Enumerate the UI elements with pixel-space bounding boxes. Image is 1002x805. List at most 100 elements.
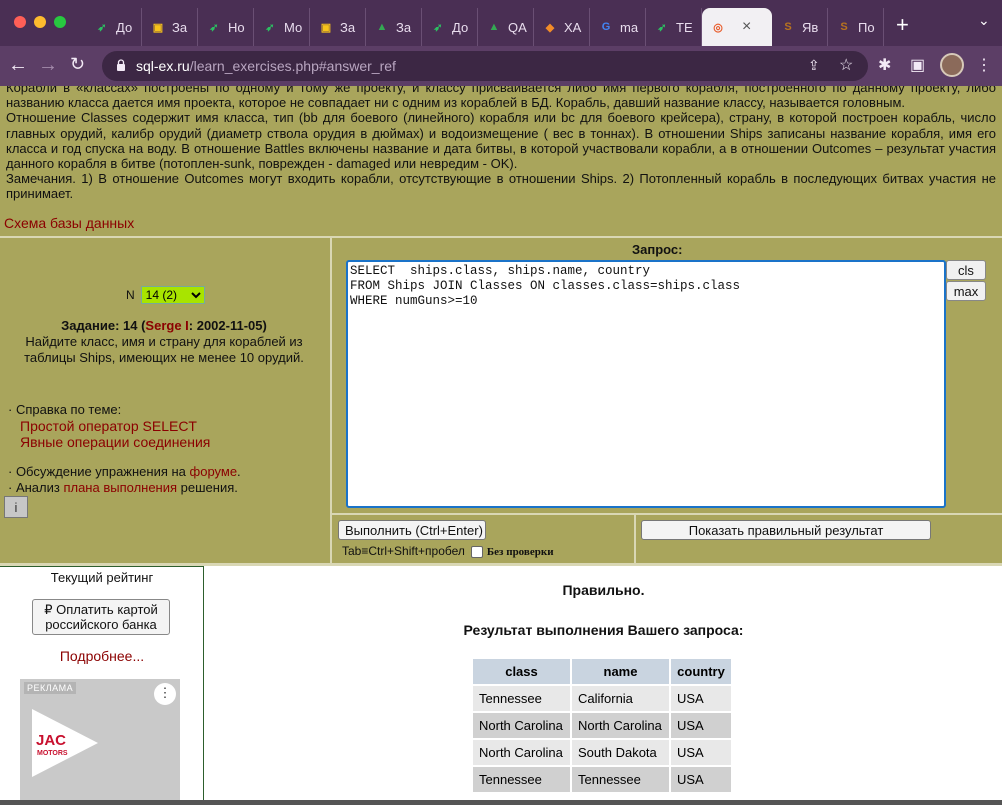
browser-tab[interactable]: ◎ × <box>702 8 772 46</box>
browser-tab[interactable]: ➶ До <box>422 8 478 46</box>
tab-title: До <box>452 19 469 35</box>
ad-menu-icon[interactable]: ⋮ <box>154 683 176 705</box>
pay-card-button[interactable]: ₽ Оплатить картой российского банка <box>32 599 170 635</box>
tab-title: ХА <box>564 19 582 35</box>
run-query-button[interactable]: Выполнить (Ctrl+Enter) <box>338 520 486 540</box>
browser-tab[interactable]: S По <box>828 8 884 46</box>
target-icon: ◎ <box>713 21 723 34</box>
task-block: Задание: 14 (Serge I: 2002-11-05) Найдит… <box>4 318 324 366</box>
show-correct-result-button[interactable]: Показать правильный результат <box>641 520 931 540</box>
table-cell: Tennessee <box>473 767 570 792</box>
plan-link[interactable]: плана выполнения <box>63 480 177 495</box>
browser-tab[interactable]: ➶ Мо <box>254 8 310 46</box>
result-area: Правильно. Результат выполнения Вашего з… <box>205 566 1002 805</box>
info-icon[interactable]: i <box>4 496 28 518</box>
result-status: Правильно. <box>562 582 645 598</box>
minimize-window-button[interactable] <box>34 16 46 28</box>
back-icon[interactable]: ← <box>8 54 28 77</box>
jac-motors-logo: JAC MOTORS <box>32 709 98 777</box>
browser-toolbar: ← → ↻ sql-ex.ru/learn_exercises.php#answ… <box>0 46 1002 86</box>
new-tab-button[interactable]: + <box>896 12 909 38</box>
table-row: Tennessee California USA <box>473 686 731 711</box>
help-link-joins[interactable]: Явные операции соединения <box>8 434 210 450</box>
run-panel: Выполнить (Ctrl+Enter) Tab≡Ctrl+Shift+пр… <box>332 515 634 563</box>
browser-tab[interactable]: ▣ За <box>142 8 198 46</box>
stepik-icon: ➶ <box>433 21 443 34</box>
ad-brand: JAC <box>36 732 66 749</box>
tab-title: Яв <box>802 19 819 35</box>
show-result-panel: Показать правильный результат <box>636 515 1002 563</box>
browser-tab[interactable]: ◆ ХА <box>534 8 590 46</box>
help-link-select[interactable]: Простой оператор SELECT <box>8 418 210 434</box>
browser-tab[interactable]: ▣ За <box>310 8 366 46</box>
table-cell: California <box>572 686 669 711</box>
reload-icon[interactable]: ↻ <box>70 54 85 75</box>
table-cell: South Dakota <box>572 740 669 765</box>
more-link[interactable]: Подробнее... <box>0 648 204 664</box>
description-line: Корабли в «классах» построены по одному … <box>6 86 996 111</box>
browser-tab[interactable]: ▲ QA <box>478 8 534 46</box>
window-bottom-edge <box>0 800 1002 805</box>
query-title: Запрос: <box>632 242 683 257</box>
classroom-icon: ▣ <box>320 21 332 34</box>
menu-dots-icon[interactable]: ⋮ <box>976 55 992 75</box>
bookmark-star-icon[interactable]: ☆ <box>839 55 853 75</box>
cls-button[interactable]: cls <box>946 260 986 280</box>
help-title: · Справка по теме: <box>8 402 122 417</box>
forum-link[interactable]: форуме <box>190 464 238 479</box>
close-tab-icon[interactable]: × <box>742 18 751 36</box>
no-check-label: Без проверки <box>486 546 554 558</box>
url-path: /learn_exercises.php#answer_ref <box>189 58 396 74</box>
profile-avatar[interactable] <box>940 53 964 77</box>
tab-title: За <box>396 19 412 35</box>
n-label: N <box>126 288 135 302</box>
sqlex-icon: S <box>840 21 848 33</box>
forward-icon[interactable]: → <box>38 54 58 77</box>
tab-title: ma <box>620 19 639 35</box>
schema-link[interactable]: Схема базы данных <box>4 215 134 231</box>
browser-tab[interactable]: Gma <box>590 8 646 46</box>
description-line: Замечания. 1) В отношение Outcomes могут… <box>6 171 996 202</box>
discussion-text: · Обсуждение упражнения на <box>8 464 190 479</box>
ad-label: РЕКЛАМА <box>24 682 77 694</box>
column-header: name <box>572 659 669 684</box>
exercise-number-select[interactable]: 14 (2) <box>140 286 205 304</box>
no-check-checkbox[interactable] <box>470 545 483 558</box>
extensions-icon[interactable]: ✱ <box>878 55 891 75</box>
author-link[interactable]: Serge I <box>145 318 188 333</box>
max-button[interactable]: max <box>946 281 986 301</box>
ad-banner[interactable]: РЕКЛАМА ⋮ JAC MOTORS <box>20 679 180 805</box>
column-header: class <box>473 659 570 684</box>
result-table: class name country Tennessee California … <box>471 657 733 794</box>
table-cell: USA <box>671 686 731 711</box>
browser-tab[interactable]: ➶ До <box>86 8 142 46</box>
sql-query-textarea[interactable]: SELECT ships.class, ships.name, country … <box>346 260 946 508</box>
table-cell: USA <box>671 713 731 738</box>
side-panel-icon[interactable]: ▣ <box>910 55 925 75</box>
drive-icon: ▲ <box>376 21 388 33</box>
description-line: Отношение Classes содержит имя класса, т… <box>6 110 996 172</box>
rating-sidebar: Текущий рейтинг ₽ Оплатить картой россий… <box>0 566 204 805</box>
browser-tab[interactable]: ➶ Но <box>198 8 254 46</box>
exercise-panel: N 14 (2) Задание: 14 (Serge I: 2002-11-0… <box>0 238 330 563</box>
browser-tab[interactable]: ➶ TE <box>646 8 702 46</box>
browser-tab[interactable]: ▲ За <box>366 8 422 46</box>
address-bar[interactable]: sql-ex.ru/learn_exercises.php#answer_ref… <box>102 51 868 81</box>
tab-title: За <box>340 19 356 35</box>
task-date: : 2002-11-05) <box>188 318 267 333</box>
tab-title: За <box>172 19 188 35</box>
table-row: North Carolina South Dakota USA <box>473 740 731 765</box>
discussion-end: . <box>237 464 241 479</box>
table-row: North Carolina North Carolina USA <box>473 713 731 738</box>
url-host: sql-ex.ru <box>136 58 190 74</box>
browser-tab[interactable]: S Яв <box>772 8 828 46</box>
classroom-icon: ▣ <box>152 21 164 34</box>
tab-search-icon[interactable]: ⌄ <box>978 12 990 29</box>
task-number: Задание: 14 ( <box>61 318 146 333</box>
tab-title: Но <box>228 19 245 35</box>
close-window-button[interactable] <box>14 16 26 28</box>
maximize-window-button[interactable] <box>54 16 66 28</box>
stepik-icon: ➶ <box>657 21 667 34</box>
google-icon: G <box>601 21 611 33</box>
share-icon[interactable]: ⇪ <box>808 57 820 74</box>
